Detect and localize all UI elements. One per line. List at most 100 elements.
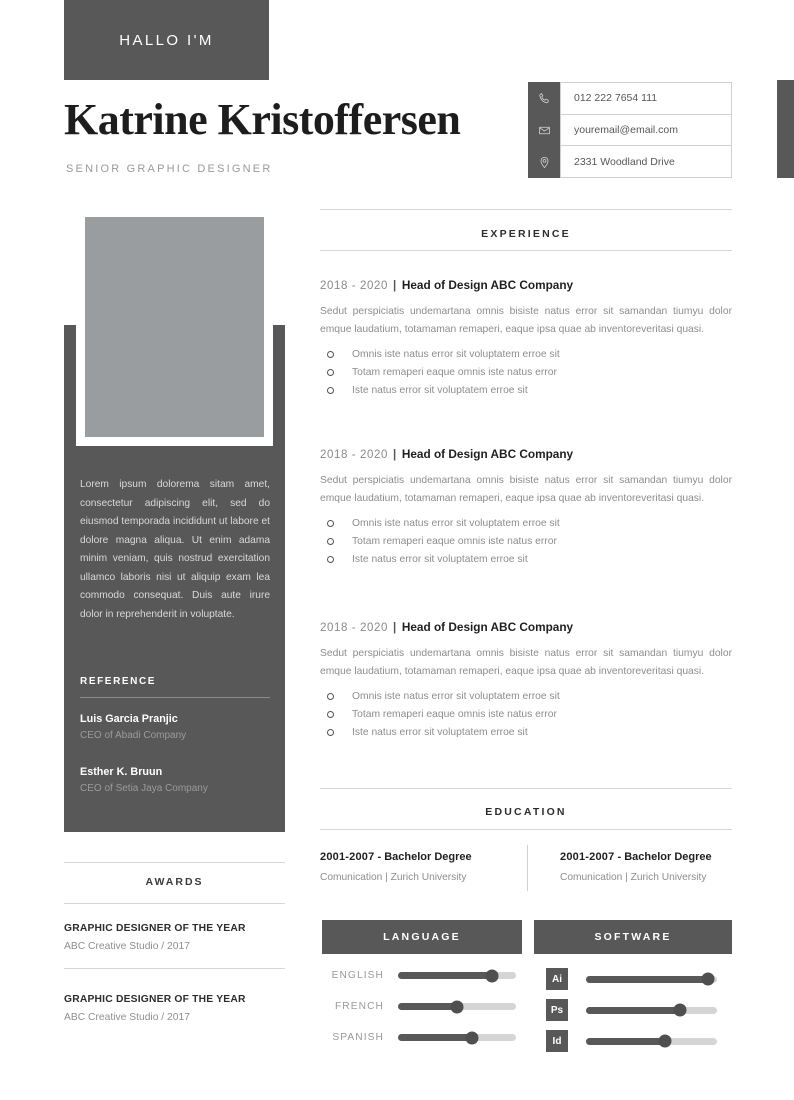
location-pin-icon (528, 146, 560, 178)
slider-knob[interactable] (485, 969, 499, 982)
page-title: Katrine Kristoffersen (64, 95, 461, 144)
bullet-ring-icon (327, 386, 334, 394)
hallo-label: HALLO I'M (119, 31, 214, 49)
language-heading-bar: LANGUAGE (322, 920, 522, 954)
experience-bullet-text: Iste natus error sit voluptatem erroe si… (352, 726, 528, 738)
slider-knob[interactable] (450, 1000, 464, 1013)
experience-bullet: Totam remaperi eaque omnis iste natus er… (320, 709, 732, 720)
software-row: Ps (546, 999, 717, 1021)
education-column-divider (527, 845, 528, 891)
reference-heading: REFERENCE (80, 676, 157, 687)
envelope-icon (528, 114, 560, 146)
experience-item: 2018 - 2020 | Head of Design ABC Company S… (320, 620, 732, 738)
award-name: GRAPHIC DESIGNER OF THE YEAR (64, 923, 246, 934)
experience-header: 2018 - 2020 | Head of Design ABC Company (320, 620, 732, 634)
language-row: FRENCH (322, 1000, 522, 1013)
experience-separator: | (393, 449, 397, 461)
software-heading-bar: SOFTWARE (534, 920, 732, 954)
slider-knob[interactable] (701, 972, 715, 986)
experience-years: 2018 - 2020 (320, 280, 388, 292)
education-degree: Bachelor Degree (624, 851, 712, 863)
experience-rule-top (320, 209, 732, 210)
software-row: Ai (546, 968, 717, 990)
education-item: 2001-2007 - Bachelor Degree Comunication… (560, 851, 750, 883)
education-years: 2001-2007 (560, 851, 615, 863)
experience-years: 2018 - 2020 (320, 449, 388, 461)
reference-name: Esther K. Bruun (80, 766, 163, 778)
education-rule-bottom (320, 829, 732, 830)
software-slider[interactable] (586, 1034, 717, 1048)
profile-photo-placeholder (85, 217, 264, 437)
bullet-ring-icon (327, 368, 334, 376)
bullet-ring-icon (327, 519, 334, 527)
slider-fill (398, 1003, 457, 1010)
experience-bullet: Omnis iste natus error sit voluptatem er… (320, 691, 732, 702)
education-rule-top (320, 788, 732, 789)
reference-role: CEO of Abadi Company (80, 730, 187, 741)
slider-fill (586, 1006, 681, 1014)
education-detail: Comunication | Zurich University (320, 872, 467, 883)
page-edge-accent (777, 80, 794, 178)
job-role-subtitle: SENIOR GRAPHIC DESIGNER (66, 163, 273, 175)
bullet-ring-icon (327, 537, 334, 545)
award-divider (64, 968, 285, 969)
slider-fill (398, 1034, 473, 1041)
bullet-ring-icon (327, 728, 334, 736)
experience-bullet-text: Iste natus error sit voluptatem erroe si… (352, 384, 528, 396)
experience-bullet-text: Totam remaperi eaque omnis iste natus er… (352, 708, 557, 720)
software-slider[interactable] (586, 972, 717, 986)
awards-rule-bottom (64, 903, 285, 904)
phone-icon (528, 82, 560, 114)
experience-rule-bottom (320, 250, 732, 251)
reference-name: Luis Garcia Pranjic (80, 713, 178, 725)
language-slider[interactable] (398, 969, 516, 982)
education-item: 2001-2007 - Bachelor Degree Comunication… (320, 851, 510, 883)
experience-separator: | (393, 622, 397, 634)
slider-knob[interactable] (658, 1034, 672, 1048)
experience-bullet: Omnis iste natus error sit voluptatem er… (320, 518, 732, 529)
awards-heading: AWARDS (145, 876, 204, 888)
education-heading: EDUCATION (485, 806, 567, 818)
reference-divider (80, 697, 270, 698)
experience-bullets: Omnis iste natus error sit voluptatem er… (320, 691, 732, 738)
experience-description: Sedut perspiciatis undemartana omnis bis… (320, 648, 732, 678)
profile-bio-text: Lorem ipsum dolorema sitam amet, consect… (80, 479, 270, 620)
contact-email[interactable]: youremail@email.com (560, 113, 732, 146)
experience-position: Head of Design ABC Company (401, 620, 574, 634)
contact-phone[interactable]: 012 222 7654 111 (560, 82, 732, 114)
experience-bullet: Iste natus error sit voluptatem erroe si… (320, 385, 732, 396)
photoshop-badge: Ps (546, 999, 568, 1021)
profile-photo-frame (76, 208, 273, 446)
language-slider[interactable] (398, 1000, 516, 1013)
experience-heading: EXPERIENCE (481, 228, 571, 240)
bullet-ring-icon (327, 350, 334, 358)
slider-knob[interactable] (673, 1003, 687, 1017)
bullet-ring-icon (327, 710, 334, 718)
experience-bullets: Omnis iste natus error sit voluptatem er… (320, 349, 732, 396)
award-item: GRAPHIC DESIGNER OF THE YEAR ABC Creativ… (64, 923, 285, 952)
software-slider[interactable] (586, 1003, 717, 1017)
experience-position: Head of Design ABC Company (401, 447, 574, 461)
experience-bullet: Iste natus error sit voluptatem erroe si… (320, 727, 732, 738)
experience-position: Head of Design ABC Company (401, 278, 574, 292)
language-row: SPANISH (322, 1031, 522, 1044)
contact-address[interactable]: 2331 Woodland Drive (560, 145, 732, 179)
experience-bullet-text: Totam remaperi eaque omnis iste natus er… (352, 535, 557, 547)
education-dot: - (377, 851, 382, 863)
experience-bullet: Omnis iste natus error sit voluptatem er… (320, 349, 732, 360)
software-heading: SOFTWARE (594, 931, 672, 943)
indesign-badge: Id (546, 1030, 568, 1052)
experience-bullet: Totam remaperi eaque omnis iste natus er… (320, 367, 732, 378)
education-degree-line: 2001-2007 - Bachelor Degree (560, 851, 750, 863)
slider-fill (586, 975, 708, 983)
slider-knob[interactable] (465, 1031, 479, 1044)
experience-bullet-text: Totam remaperi eaque omnis iste natus er… (352, 366, 557, 378)
education-detail: Comunication | Zurich University (560, 872, 707, 883)
software-row: Id (546, 1030, 717, 1052)
reference-role: CEO of Setia Jaya Company (80, 783, 208, 794)
contact-icon-column (528, 82, 560, 178)
hallo-banner: HALLO I'M (64, 0, 269, 80)
reference-item: Luis Garcia Pranjic CEO of Abadi Company (80, 713, 270, 741)
experience-description: Sedut perspiciatis undemartana omnis bis… (320, 475, 732, 505)
language-slider[interactable] (398, 1031, 516, 1044)
